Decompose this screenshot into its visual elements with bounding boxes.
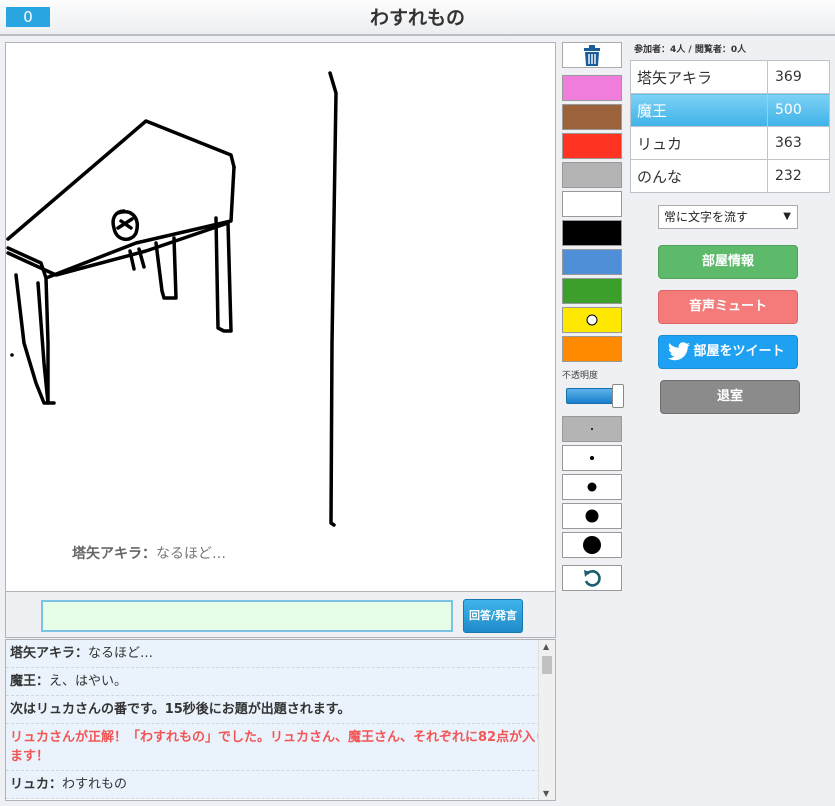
opacity-slider[interactable] <box>566 384 624 408</box>
chat-message: 塔矢アキラ：なるほど… <box>6 640 555 668</box>
opacity-track[interactable] <box>566 388 616 404</box>
chat-sender: リュカ： <box>10 777 63 792</box>
color-swatch[interactable] <box>562 249 622 275</box>
mute-button[interactable]: 音声ミュート <box>658 290 798 324</box>
scroll-thumb[interactable] <box>542 656 552 674</box>
player-name: 魔王 <box>630 93 768 127</box>
trash-icon <box>584 45 600 66</box>
chat-text: わすれもの <box>62 777 128 792</box>
color-swatch[interactable] <box>562 220 622 246</box>
tweet-button[interactable]: 部屋をツイート <box>658 335 798 369</box>
side-panel: 参加者：4人 / 閲覧者：0人 塔矢アキラ 369 魔王 500 リュカ 363 のんな 23… <box>630 42 830 414</box>
chat-sender: 塔矢アキラ： <box>10 646 89 661</box>
page-title: わすれもの <box>369 7 465 29</box>
player-name: のんな <box>630 159 768 193</box>
participant-count: 参加者：4人 / 閲覧者：0人 <box>634 45 747 55</box>
brush-size-option[interactable] <box>562 474 622 500</box>
brush-dot-icon <box>590 456 594 460</box>
chat-sender: 魔王： <box>10 674 50 689</box>
color-swatch[interactable] <box>562 75 622 101</box>
vertical-line-stroke <box>328 71 338 527</box>
player-row: のんな 232 <box>630 159 830 193</box>
answer-button[interactable]: 回答/発言 <box>463 599 523 633</box>
chat-message: リュカ：わすれもの <box>6 771 555 799</box>
player-name: リュカ <box>630 126 768 160</box>
brush-size-option[interactable] <box>562 445 622 471</box>
color-swatch[interactable] <box>562 104 622 130</box>
brush-size-option[interactable] <box>562 416 622 442</box>
forgotten-item-stroke <box>111 209 139 241</box>
color-swatch[interactable] <box>562 307 622 333</box>
drawing-strokes <box>6 71 338 527</box>
chat-message: 魔王：え、はやい。 <box>6 668 555 696</box>
chevron-down-icon: ▼ <box>783 211 791 222</box>
answer-input[interactable] <box>41 600 453 632</box>
brush-size-option[interactable] <box>562 532 622 558</box>
selected-color-indicator <box>586 314 598 326</box>
chat-scrollbar[interactable]: ▲ ▼ <box>538 640 555 800</box>
color-swatch[interactable] <box>562 133 622 159</box>
player-score: 363 <box>767 126 830 160</box>
header-bar: 0 わすれもの <box>0 0 835 36</box>
color-swatch[interactable] <box>562 162 622 188</box>
chat-message: リュカさんが正解！「わすれもの」でした。リュカさん、魔王さん、それぞれに82点が… <box>6 724 555 771</box>
scroll-up-icon[interactable]: ▲ <box>543 642 549 651</box>
twitter-bird-icon <box>668 342 690 361</box>
clear-canvas-button[interactable] <box>562 42 622 68</box>
color-swatch[interactable] <box>562 336 622 362</box>
player-score: 232 <box>767 159 830 193</box>
score-table: 塔矢アキラ 369 魔王 500 リュカ 363 のんな 232 <box>630 60 830 193</box>
chat-text: え、はやい。 <box>49 674 128 689</box>
desk-leg-left-stroke <box>14 273 50 405</box>
undo-icon <box>584 570 601 587</box>
undo-button[interactable] <box>562 565 622 591</box>
brush-size-option[interactable] <box>562 503 622 529</box>
exit-room-button[interactable]: 退室 <box>660 380 800 414</box>
drawing-canvas[interactable]: 塔矢アキラ：なるほど… <box>5 42 556 592</box>
canvas-chat-overlay: 塔矢アキラ：なるほど… <box>72 546 226 562</box>
brush-dot-icon <box>591 428 593 430</box>
room-info-button[interactable]: 部屋情報 <box>658 245 798 279</box>
desk-leg-mid-stroke <box>44 276 56 405</box>
opacity-label: 不透明度 <box>562 371 599 381</box>
player-name: 塔矢アキラ <box>630 60 768 94</box>
scroll-down-icon[interactable]: ▼ <box>543 789 549 798</box>
desk-leg-right-stroke <box>214 216 233 333</box>
chat-text: 次はリュカさんの番です。15秒後にお題が出題されます。 <box>10 702 351 717</box>
text-scroll-select[interactable]: 常に文字を流す ▼ <box>658 205 798 229</box>
player-score: 500 <box>767 93 830 127</box>
chat-log[interactable]: 塔矢アキラ：なるほど… 魔王：え、はやい。 次はリュカさんの番です。15秒後にお題が… <box>5 639 556 801</box>
color-swatch[interactable] <box>562 278 622 304</box>
player-score: 369 <box>767 60 830 94</box>
player-row: 魔王 500 <box>630 93 830 127</box>
opacity-knob[interactable] <box>612 384 624 408</box>
brush-dot-icon <box>587 482 597 492</box>
answer-bar: 回答/発言 <box>5 592 556 638</box>
brush-dot-icon <box>583 536 601 554</box>
color-swatch[interactable] <box>562 191 622 217</box>
brush-dot-icon <box>585 509 599 523</box>
stray-dot <box>10 353 14 357</box>
chat-message: 次はリュカさんの番です。15秒後にお題が出題されます。 <box>6 696 555 724</box>
player-row: リュカ 363 <box>630 126 830 160</box>
chat-text: リュカさんが正解！「わすれもの」でした。リュカさん、魔王さん、それぞれに82点が… <box>10 730 549 764</box>
chat-text: なるほど… <box>88 646 154 661</box>
player-row: 塔矢アキラ 369 <box>630 60 830 94</box>
